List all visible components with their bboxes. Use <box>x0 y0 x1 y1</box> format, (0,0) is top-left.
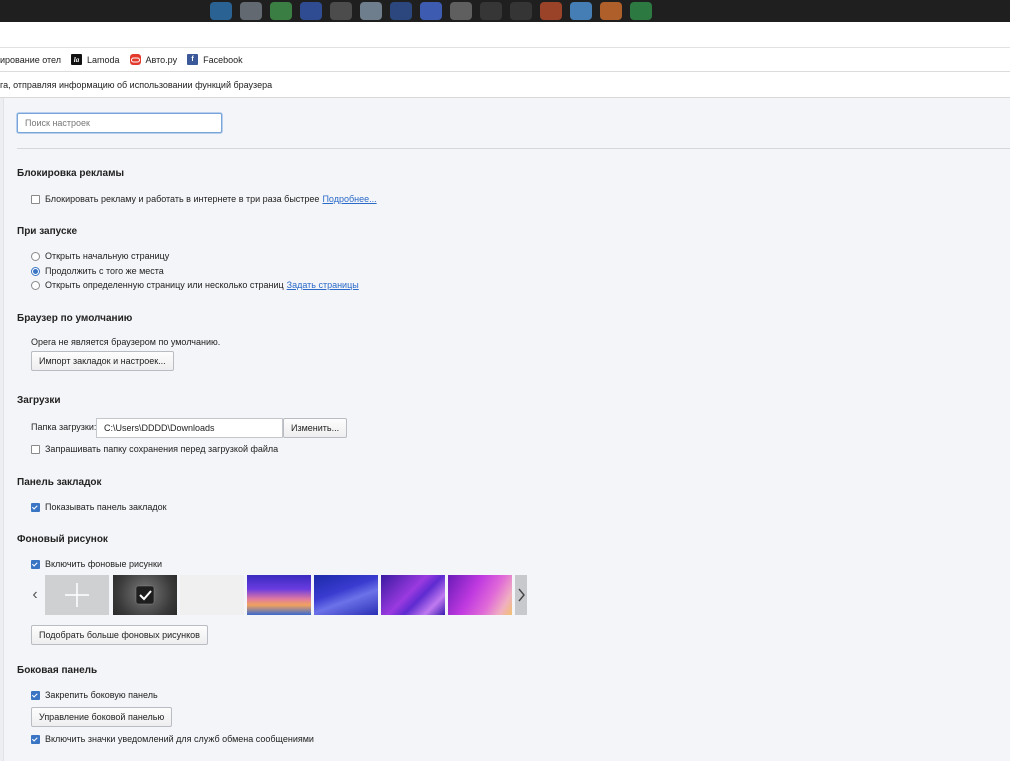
bookmark-label: Lamoda <box>87 54 120 65</box>
startup-option-label: Продолжить с того же места <box>45 266 164 276</box>
taskbar-app-icon[interactable] <box>510 2 532 20</box>
startup-option: Открыть определенную страницу или нескол… <box>31 280 359 290</box>
add-wallpaper-tile[interactable] <box>45 575 109 615</box>
notify-badges-row: Включить значки уведомлений для служб об… <box>31 734 314 744</box>
taskbar-app-icon[interactable] <box>330 2 352 20</box>
wallpaper-tile[interactable] <box>381 575 445 615</box>
adblock-checkbox[interactable] <box>31 194 40 204</box>
taskbar-app-icon[interactable] <box>630 2 652 20</box>
startup-radio-homepage[interactable] <box>31 251 40 261</box>
enable-wallpaper-row: Включить фоновые рисунки <box>31 559 162 569</box>
pin-sidebar-label: Закрепить боковую панель <box>45 690 158 700</box>
taskbar-app-icon[interactable] <box>210 2 232 20</box>
taskbar-app-icon[interactable] <box>450 2 472 20</box>
adblock-label: Блокировать рекламу и работать в интерне… <box>45 194 320 204</box>
notify-badges-label: Включить значки уведомлений для служб об… <box>45 734 314 744</box>
section-heading-wallpaper: Фоновый рисунок <box>17 534 108 545</box>
show-bookmarks-label: Показывать панель закладок <box>45 502 167 512</box>
download-folder-field[interactable]: C:\Users\DDDD\Downloads <box>96 418 283 438</box>
startup-option: Открыть начальную страницу <box>31 251 169 261</box>
wallpaper-tile[interactable] <box>247 575 311 615</box>
checkmark-icon <box>135 585 155 605</box>
bookmark-label: ирование отел <box>0 54 62 65</box>
show-bookmarks-row: Показывать панель закладок <box>31 502 167 512</box>
section-heading-sidebar: Боковая панель <box>17 665 98 676</box>
default-browser-status-text: Opera не является браузером по умолчанию… <box>31 337 221 347</box>
notify-badges-checkbox[interactable] <box>31 734 40 744</box>
wallpaper-tile[interactable] <box>314 575 378 615</box>
wallpaper-tile[interactable] <box>180 575 244 615</box>
facebook-icon: f <box>187 54 199 65</box>
bookmark-label: Авто.ру <box>145 54 178 65</box>
ask-folder-checkbox[interactable] <box>31 444 40 454</box>
taskbar-app-icon[interactable] <box>360 2 382 20</box>
adblock-more-link[interactable]: Подробнее... <box>322 194 376 204</box>
more-wallpapers-button[interactable]: Подобрать больше фоновых рисунков <box>31 625 208 645</box>
enable-wallpaper-label: Включить фоновые рисунки <box>45 559 162 569</box>
taskbar-app-icon[interactable] <box>600 2 622 20</box>
chevron-right-icon[interactable] <box>515 575 527 615</box>
left-sidebar-edge <box>0 98 4 761</box>
enable-wallpaper-checkbox[interactable] <box>31 559 40 569</box>
change-folder-button[interactable]: Изменить... <box>283 418 348 438</box>
section-heading-default-browser: Браузер по умолчанию <box>17 313 133 324</box>
taskbar-icons <box>210 2 652 22</box>
autoru-icon <box>129 54 141 65</box>
section-heading-bookmarks-bar: Панель закладок <box>17 477 102 488</box>
startup-radio-continue[interactable] <box>31 266 40 276</box>
taskbar-app-icon[interactable] <box>480 2 502 20</box>
taskbar-app-icon[interactable] <box>570 2 592 20</box>
taskbar-strip <box>0 0 1010 22</box>
bookmark-label: Facebook <box>203 54 243 65</box>
import-bookmarks-button[interactable]: Импорт закладок и настроек... <box>31 351 174 371</box>
search-settings-input[interactable] <box>17 113 222 133</box>
startup-option: Продолжить с того же места <box>31 266 164 276</box>
info-bar: га, отправляя информацию об использовани… <box>0 72 1010 98</box>
adblock-row: Блокировать рекламу и работать в интерне… <box>31 194 377 204</box>
ask-folder-label: Запрашивать папку сохранения перед загру… <box>45 444 279 454</box>
bookmarks-bar: ирование отел la Lamoda Авто.ру f Facebo… <box>0 48 1010 72</box>
bookmark-item[interactable]: f Facebook <box>187 54 243 65</box>
ask-folder-row: Запрашивать папку сохранения перед загру… <box>31 444 278 454</box>
bookmark-item[interactable]: Авто.ру <box>129 54 178 65</box>
startup-option-label: Открыть начальную страницу <box>45 251 170 261</box>
taskbar-app-icon[interactable] <box>390 2 412 20</box>
bookmark-item[interactable]: la Lamoda <box>71 54 120 65</box>
divider <box>17 148 1010 149</box>
info-bar-text: га, отправляя информацию об использовани… <box>0 79 273 90</box>
section-heading-adblock: Блокировка рекламы <box>17 168 125 179</box>
taskbar-app-icon[interactable] <box>420 2 442 20</box>
set-pages-link[interactable]: Задать страницы <box>287 280 359 290</box>
pin-sidebar-row: Закрепить боковую панель <box>31 690 158 700</box>
address-bar-area[interactable] <box>0 22 1010 48</box>
default-browser-status: Opera не является браузером по умолчанию… <box>31 337 220 347</box>
show-bookmarks-checkbox[interactable] <box>31 502 40 512</box>
startup-option-label: Открыть определенную страницу или нескол… <box>45 280 284 290</box>
wallpaper-tile[interactable] <box>448 575 512 615</box>
download-folder-label: Папка загрузки: <box>31 422 97 432</box>
pin-sidebar-checkbox[interactable] <box>31 690 40 700</box>
section-heading-startup: При запуске <box>17 226 78 237</box>
lamoda-icon: la <box>71 54 83 65</box>
download-folder-value: C:\Users\DDDD\Downloads <box>104 423 215 433</box>
taskbar-app-icon[interactable] <box>300 2 322 20</box>
taskbar-app-icon[interactable] <box>240 2 262 20</box>
bookmark-item[interactable]: ирование отел <box>0 55 61 65</box>
startup-radio-specific-pages[interactable] <box>31 280 40 290</box>
chevron-left-icon[interactable]: ‹ <box>28 575 42 615</box>
taskbar-app-icon[interactable] <box>270 2 292 20</box>
section-heading-downloads: Загрузки <box>17 395 61 406</box>
wallpaper-tile-selected[interactable] <box>113 575 177 615</box>
taskbar-app-icon[interactable] <box>540 2 562 20</box>
manage-sidebar-button[interactable]: Управление боковой панелью <box>31 707 173 727</box>
